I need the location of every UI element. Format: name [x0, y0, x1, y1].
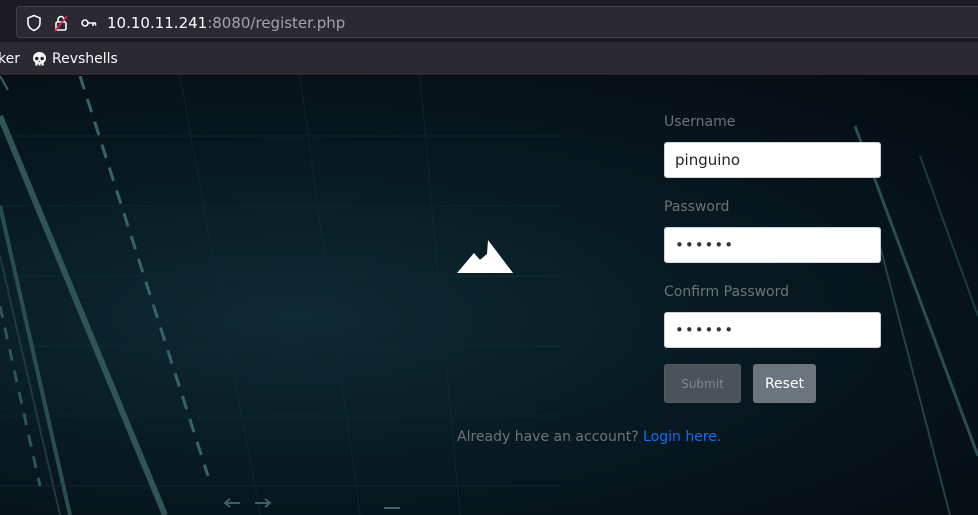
confirm-password-input[interactable]: ••••••: [664, 312, 881, 348]
key-icon[interactable]: [80, 14, 98, 32]
username-label: Username: [664, 114, 736, 130]
url-host: 10.10.11.241: [107, 14, 208, 32]
login-link[interactable]: Login here.: [643, 429, 721, 445]
login-prompt: Already have an account? Login here.: [457, 429, 721, 446]
bookmarks-bar: ker Revshells: [0, 42, 978, 76]
submit-button[interactable]: Submit: [664, 364, 741, 403]
url-text[interactable]: 10.10.11.241:8080/register.php: [107, 14, 345, 32]
confirm-password-label: Confirm Password: [664, 284, 790, 300]
shield-icon[interactable]: [25, 14, 43, 32]
password-label: Password: [664, 199, 730, 215]
url-path: :8080/register.php: [207, 14, 346, 32]
insecure-lock-icon[interactable]: [52, 14, 70, 32]
login-prompt-text: Already have an account?: [457, 429, 639, 445]
page-content: Username pinguino Password •••••• Confir…: [0, 76, 978, 515]
mountain-logo-icon: [457, 240, 513, 273]
reset-button[interactable]: Reset: [753, 364, 816, 403]
browser-toolbar: 10.10.11.241:8080/register.php: [0, 0, 978, 42]
bookmark-item[interactable]: ker: [0, 51, 20, 67]
address-bar[interactable]: 10.10.11.241:8080/register.php: [16, 6, 978, 38]
username-input[interactable]: pinguino: [664, 142, 881, 178]
password-input[interactable]: ••••••: [664, 227, 881, 263]
skull-icon: [33, 52, 46, 66]
bookmark-revshells[interactable]: Revshells: [52, 51, 118, 67]
